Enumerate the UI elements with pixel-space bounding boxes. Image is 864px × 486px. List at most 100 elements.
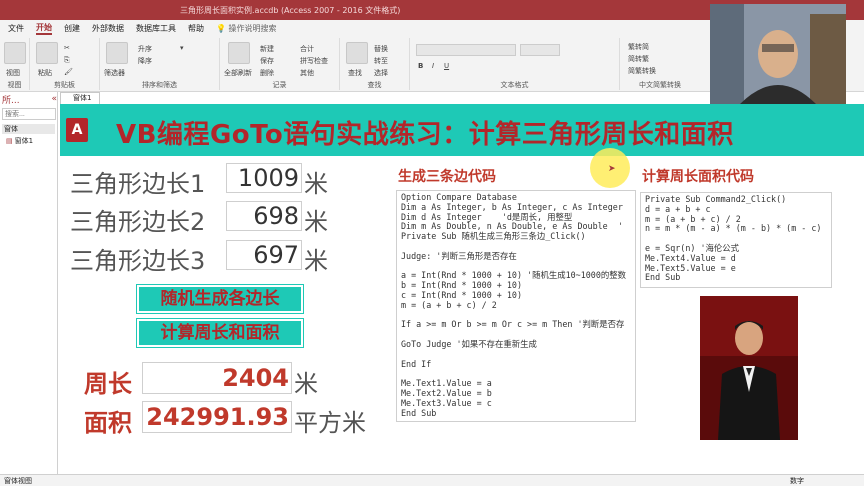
nav-title: 所... [2, 95, 20, 106]
goto-button[interactable]: 转至 [374, 56, 388, 66]
convert-button[interactable]: 简繁转换 [628, 66, 656, 76]
find-button[interactable] [346, 42, 368, 64]
format-painter-icon[interactable]: 🖌 [64, 68, 73, 76]
nav-search-input[interactable] [2, 108, 56, 120]
presenter-photo [700, 296, 798, 440]
nav-item-form1[interactable]: ▤ 窗体1 [6, 136, 55, 146]
paste-button[interactable] [36, 42, 58, 64]
paste-label: 粘贴 [38, 69, 52, 77]
webcam-overlay [710, 4, 846, 104]
copy-icon[interactable]: ⎘ [64, 56, 70, 65]
ribbon-group-label: 剪贴板 [54, 81, 75, 89]
side2-label: 三角形边长2 [70, 208, 206, 236]
simp-to-trad-button[interactable]: 简转繁 [628, 54, 649, 64]
code-line: Judge: '判断三角形是否存在 [401, 250, 517, 261]
presenter-portrait-image [700, 296, 798, 440]
side2-unit: 米 [304, 208, 328, 236]
side1-unit: 米 [304, 170, 328, 198]
tab-database-tools[interactable]: 数据库工具 [136, 23, 176, 34]
tell-me-label: 操作说明搜索 [228, 23, 277, 33]
refresh-all-button[interactable] [228, 42, 250, 64]
find-label: 查找 [348, 69, 362, 77]
italic-button[interactable]: I [432, 62, 434, 70]
generate-sides-button[interactable]: 随机生成各边长 [136, 284, 304, 314]
ribbon-group-records: 全部刷新 新建 保存 删除 合计 拼写检查 其他 记录 [220, 38, 340, 90]
side2-field[interactable]: 698 [226, 201, 302, 231]
nav-item-label: 窗体1 [14, 137, 34, 145]
spelling-button[interactable]: 拼写检查 [300, 56, 328, 66]
code-line: m = (a + b + c) / 2 [401, 299, 497, 310]
tab-create[interactable]: 创建 [64, 23, 80, 34]
more-button[interactable]: 其他 [300, 68, 314, 78]
form-document-tab[interactable]: 窗体1 [60, 92, 100, 104]
trad-to-simp-button[interactable]: 繁转简 [628, 42, 649, 52]
collapse-nav-icon[interactable]: « [51, 94, 57, 104]
side1-field[interactable]: 1009 [226, 163, 302, 193]
form-icon: ▤ [6, 137, 13, 145]
code1-heading: 生成三条边代码 [398, 169, 496, 185]
access-logo-icon: A [66, 118, 88, 142]
side3-field[interactable]: 697 [226, 240, 302, 270]
filter-options-icon[interactable]: ▾ [180, 44, 184, 52]
ribbon-group-find: 查找 替换 转至 选择 查找 [340, 38, 410, 90]
code2-heading: 计算周长面积代码 [642, 169, 754, 185]
delete-record-button[interactable]: 删除 [260, 68, 274, 78]
area-unit: 平方米 [294, 409, 366, 437]
ribbon-group-label: 查找 [367, 81, 382, 89]
tab-home[interactable]: 开始 [36, 22, 52, 35]
code-line: n = m * (m - a) * (m - b) * (m - c) [645, 223, 822, 234]
side3-label: 三角形边长3 [70, 247, 206, 275]
tab-external-data[interactable]: 外部数据 [92, 23, 124, 34]
status-bar: 窗体视图 数字 [0, 474, 864, 486]
form-title: VB编程GoTo语句实战练习：计算三角形周长和面积 [116, 120, 734, 150]
side1-label: 三角形边长1 [70, 170, 206, 198]
new-record-button[interactable]: 新建 [260, 44, 274, 54]
font-name-select[interactable] [416, 44, 516, 56]
code1-textbox[interactable]: Option Compare Database Dim a As Integer,… [396, 190, 636, 422]
view-label: 视图 [6, 69, 20, 77]
filter-button[interactable] [106, 42, 128, 64]
code-line: End Sub [645, 272, 681, 283]
select-button[interactable]: 选择 [374, 68, 388, 78]
tab-help[interactable]: 帮助 [188, 23, 204, 34]
perimeter-field[interactable]: 2404 [142, 362, 292, 394]
navigation-pane: 所... « 窗体 ▤ 窗体1 [0, 92, 58, 474]
ribbon-group-view: 视图 视图 [0, 38, 30, 90]
tell-me-search[interactable]: 💡 操作说明搜索 [216, 23, 277, 34]
nav-header: 所... « [0, 92, 57, 106]
code2-textbox[interactable]: Private Sub Command2_Click() d = a + b + … [640, 192, 832, 288]
underline-button[interactable]: U [444, 62, 449, 70]
area-field[interactable]: 242991.93 [142, 401, 292, 433]
ribbon-group-label: 中文简繁转换 [639, 81, 681, 89]
replace-button[interactable]: 替换 [374, 44, 388, 54]
form-header-banner: A VB编程GoTo语句实战练习：计算三角形周长和面积 [60, 104, 864, 156]
view-button[interactable] [4, 42, 26, 64]
area-label: 面积 [84, 409, 132, 437]
font-size-select[interactable] [520, 44, 560, 56]
filter-label: 筛选器 [104, 69, 125, 77]
side3-unit: 米 [304, 247, 328, 275]
refresh-label: 全部刷新 [224, 69, 252, 77]
ribbon-group-label: 记录 [272, 81, 287, 89]
tab-file[interactable]: 文件 [8, 23, 24, 34]
nav-section-forms[interactable]: 窗体 [2, 124, 55, 134]
ribbon-group-label: 文本格式 [500, 81, 529, 89]
window-title: 三角形周长面积实例.accdb (Access 2007 - 2016 文件格式… [180, 5, 401, 15]
status-view-label: 窗体视图 [4, 476, 32, 485]
descending-button[interactable]: 降序 [138, 56, 152, 66]
ribbon-group-clipboard: 粘贴 ✂ ⎘ 🖌 剪贴板 [30, 38, 100, 90]
bold-button[interactable]: B [418, 62, 423, 70]
totals-button[interactable]: 合计 [300, 44, 314, 54]
compute-button[interactable]: 计算周长和面积 [136, 318, 304, 348]
ribbon-group-sort-filter: 筛选器 升序 降序 ▾ 排序和筛选 [100, 38, 220, 90]
cut-icon[interactable]: ✂ [64, 44, 70, 52]
mouse-cursor-icon: ➤ [608, 164, 616, 174]
ascending-button[interactable]: 升序 [138, 44, 152, 54]
ribbon-group-text-format: B I U 文本格式 [410, 38, 620, 90]
perimeter-label: 周长 [84, 370, 132, 398]
save-record-button[interactable]: 保存 [260, 56, 274, 66]
code-line: If a >= m Or b >= m Or c >= m Then '判断是否… [401, 319, 625, 330]
code-line: End Sub [401, 407, 437, 418]
form-tab-label: 窗体1 [73, 94, 92, 102]
